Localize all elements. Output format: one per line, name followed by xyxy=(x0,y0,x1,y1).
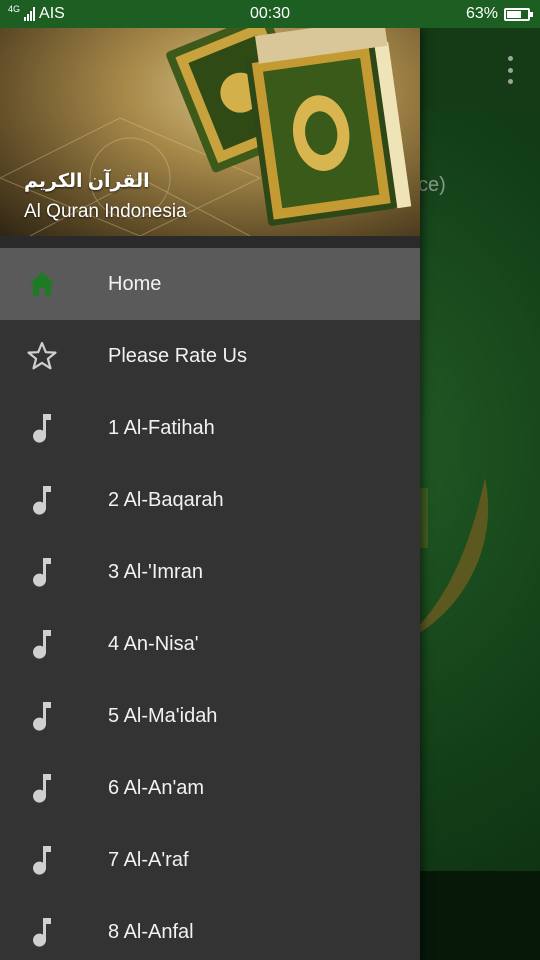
drawer-item-label: 5 Al-Ma'idah xyxy=(108,704,218,727)
header-arabic-title: القرآن الكريم xyxy=(24,171,150,192)
navigation-drawer: القرآن الكريم Al Quran Indonesia Home Ple… xyxy=(0,28,420,960)
status-right: 63% xyxy=(465,5,533,23)
drawer-item-label: 2 Al-Baqarah xyxy=(108,488,224,511)
screen: 4G AIS 00:30 63% ce) القرآن الكريم Al Qu… xyxy=(0,0,540,960)
drawer-item-surah-8[interactable]: 8 Al-Anfal xyxy=(0,896,420,960)
drawer-item-surah-7[interactable]: 7 Al-A'raf xyxy=(0,824,420,896)
drawer-item-surah-4[interactable]: 4 An-Nisa' xyxy=(0,608,420,680)
battery-percent: 63% xyxy=(465,5,498,22)
drawer-item-label: Please Rate Us xyxy=(108,344,247,367)
carrier-name: AIS xyxy=(39,5,65,22)
header-app-title: Al Quran Indonesia xyxy=(24,201,187,222)
battery-icon xyxy=(504,7,533,21)
music-note-icon xyxy=(26,700,58,732)
drawer-item-surah-1[interactable]: 1 Al-Fatihah xyxy=(0,392,420,464)
music-note-icon xyxy=(26,556,58,588)
star-outline-icon xyxy=(26,340,58,372)
drawer-item-surah-5[interactable]: 5 Al-Ma'idah xyxy=(0,680,420,752)
status-bar: 4G AIS 00:30 63% xyxy=(0,0,540,28)
drawer-menu: Home Please Rate Us 1 Al-Fatihah 2 Al-Baqar… xyxy=(0,248,420,960)
status-left: 4G AIS xyxy=(8,5,65,23)
drawer-item-label: 1 Al-Fatihah xyxy=(108,416,215,439)
drawer-item-label: 6 Al-An'am xyxy=(108,776,205,799)
drawer-item-label: 8 Al-Anfal xyxy=(108,920,194,943)
drawer-item-label: 3 Al-'Imran xyxy=(108,560,203,583)
drawer-item-surah-2[interactable]: 2 Al-Baqarah xyxy=(0,464,420,536)
music-note-icon xyxy=(26,628,58,660)
drawer-item-label: 7 Al-A'raf xyxy=(108,848,189,871)
home-icon xyxy=(26,268,58,300)
music-note-icon xyxy=(26,412,58,444)
music-note-icon xyxy=(26,772,58,804)
drawer-item-rate-us[interactable]: Please Rate Us xyxy=(0,320,420,392)
signal-icon xyxy=(24,7,36,21)
music-note-icon xyxy=(26,484,58,516)
network-type: 4G xyxy=(8,4,21,14)
drawer-item-surah-3[interactable]: 3 Al-'Imran xyxy=(0,536,420,608)
music-note-icon xyxy=(26,916,58,948)
drawer-header: القرآن الكريم Al Quran Indonesia xyxy=(0,28,420,236)
drawer-item-label: 4 An-Nisa' xyxy=(108,632,199,655)
drawer-item-label: Home xyxy=(108,272,162,295)
header-divider xyxy=(0,236,420,248)
battery-level xyxy=(507,10,521,18)
status-time: 00:30 xyxy=(249,5,291,22)
drawer-item-home[interactable]: Home xyxy=(0,248,420,320)
drawer-scrim[interactable] xyxy=(420,28,540,960)
music-note-icon xyxy=(26,844,58,876)
drawer-item-surah-6[interactable]: 6 Al-An'am xyxy=(0,752,420,824)
